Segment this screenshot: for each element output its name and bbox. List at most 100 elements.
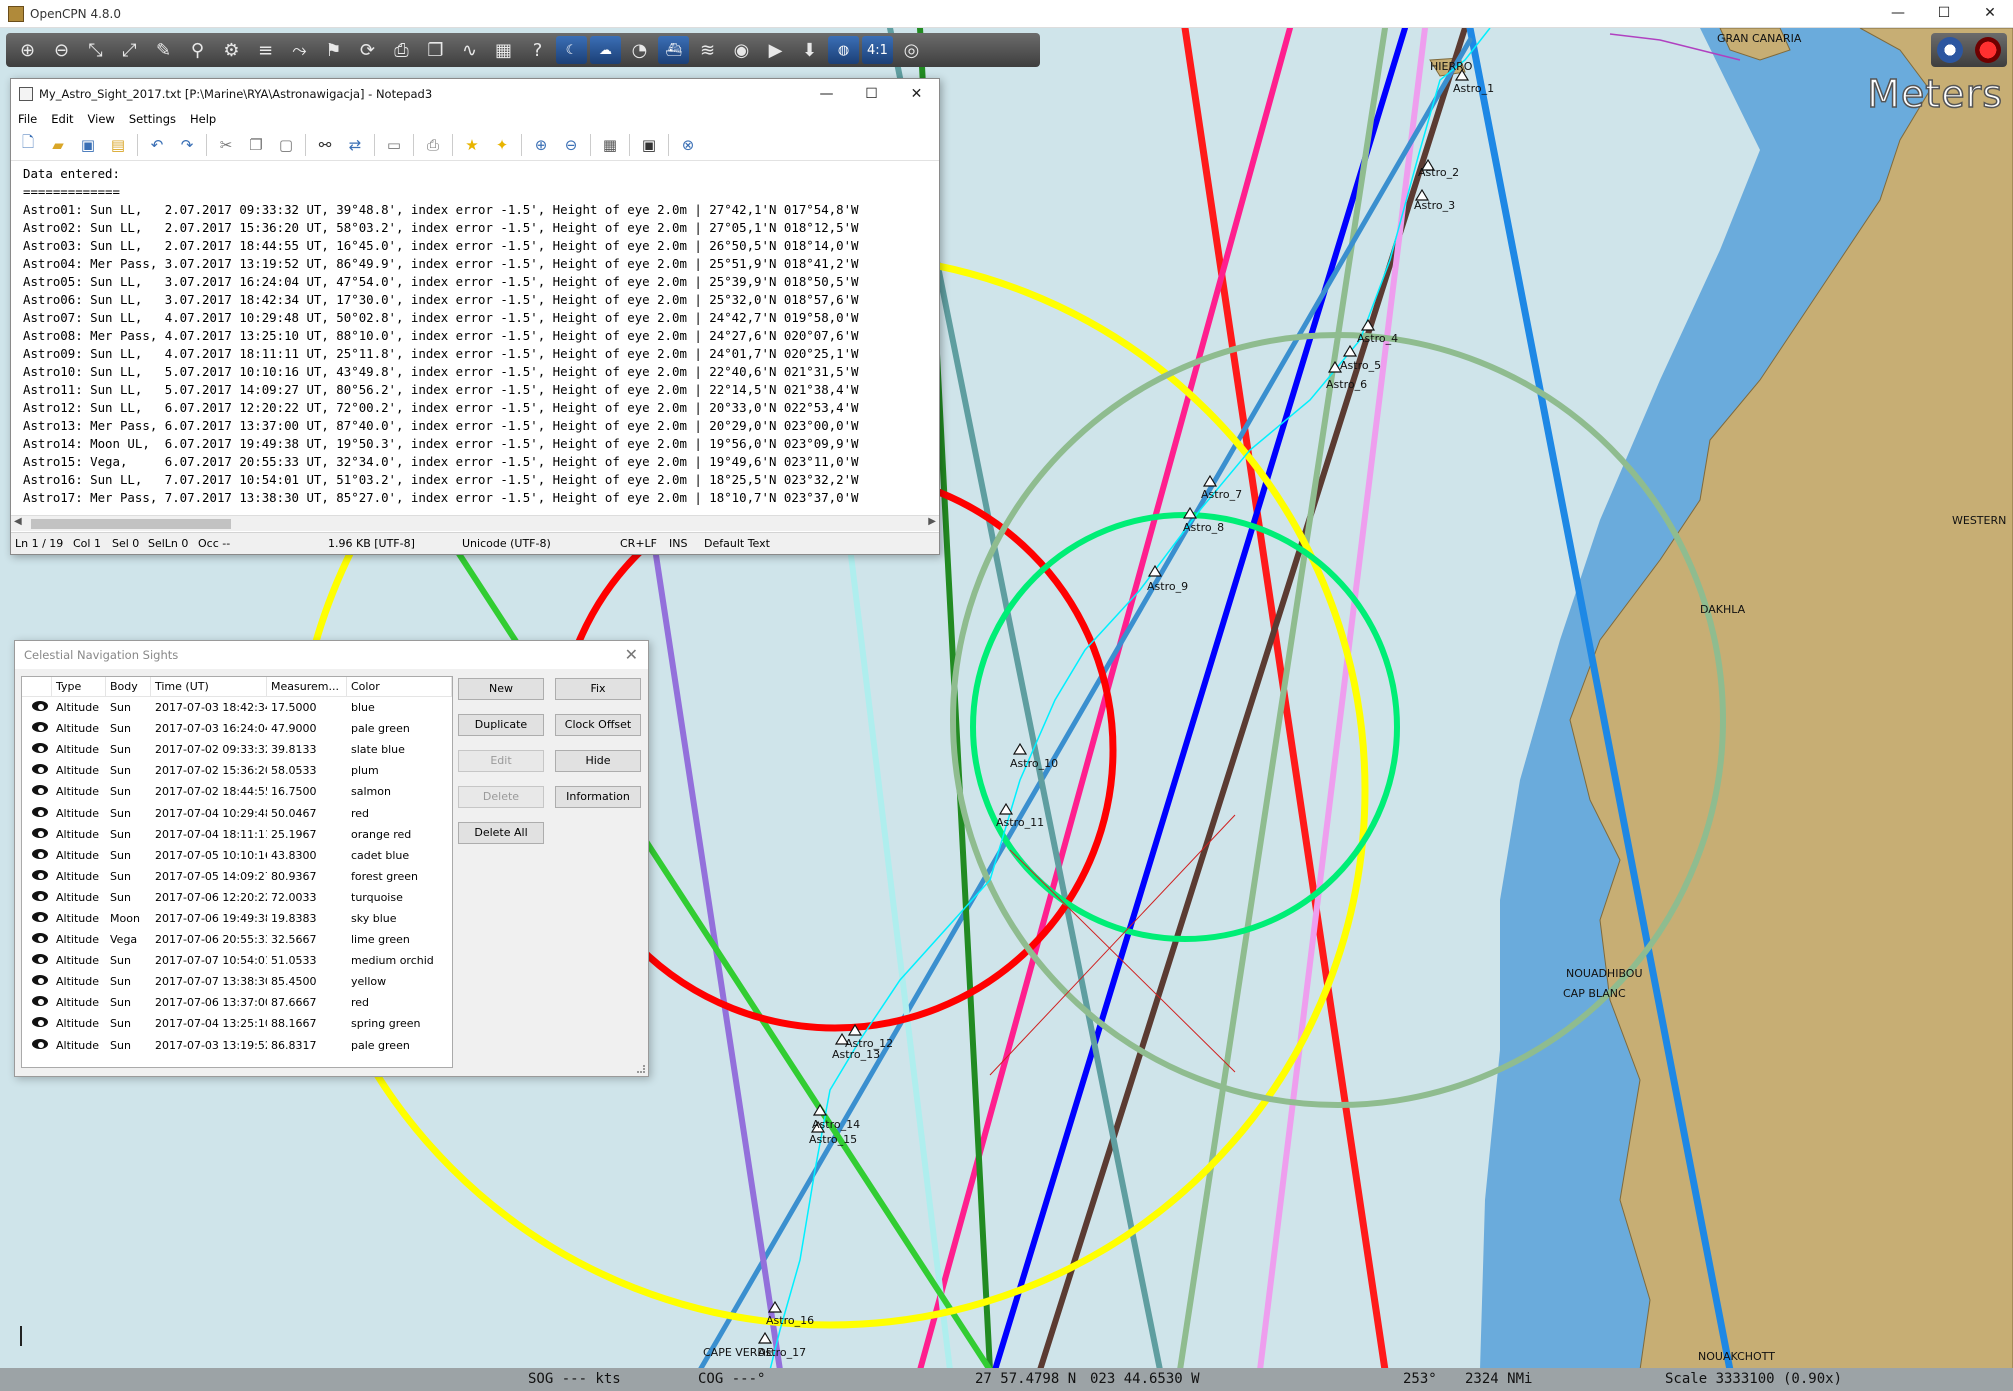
notepad-minimize-button[interactable]: — <box>804 79 849 109</box>
menu-edit[interactable]: Edit <box>51 112 73 126</box>
save-icon[interactable]: ▣ <box>77 134 99 156</box>
text-icon[interactable]: ≡ <box>250 36 281 64</box>
edit-button[interactable]: Edit <box>458 750 544 772</box>
menu-help[interactable]: Help <box>190 112 216 126</box>
astro-mark-label[interactable]: Astro_5 <box>1340 359 1381 372</box>
hide-button[interactable]: Hide <box>555 750 641 772</box>
astro-mark-label[interactable]: Astro_17 <box>758 1346 806 1359</box>
astro-mark-label[interactable]: Astro_13 <box>832 1048 880 1061</box>
visibility-cell[interactable] <box>22 996 52 1009</box>
save-as-icon[interactable]: ▤ <box>107 134 129 156</box>
compass-icon[interactable] <box>1937 37 1963 63</box>
chart-icon[interactable]: ▦ <box>488 36 519 64</box>
redo-icon[interactable]: ↷ <box>176 134 198 156</box>
close-button[interactable]: ✕ <box>1967 0 2013 27</box>
scrollbar-thumb[interactable] <box>31 519 231 529</box>
visibility-cell[interactable] <box>22 869 52 883</box>
track-icon[interactable]: ⤳ <box>284 36 315 64</box>
visibility-cell[interactable] <box>22 743 52 756</box>
astro-mark-label[interactable]: Astro_3 <box>1414 199 1455 212</box>
eye-icon[interactable] <box>32 743 48 754</box>
find-icon[interactable]: ⚯ <box>314 134 336 156</box>
text-line[interactable]: Astro11: Sun LL, 5.07.2017 14:09:27 UT, … <box>23 381 939 399</box>
zoom-out-icon[interactable]: ⊖ <box>46 36 77 64</box>
text-line[interactable]: Astro04: Mer Pass, 3.07.2017 13:19:52 UT… <box>23 255 939 273</box>
text-line[interactable]: ============= <box>23 183 939 201</box>
resize-grip[interactable] <box>637 1065 645 1073</box>
sight-row[interactable]: Altitude Sun 2017-07-07 10:54:01 51.0533 med… <box>22 950 452 971</box>
minimize-button[interactable]: — <box>1875 0 1921 27</box>
text-line[interactable]: Data entered: <box>23 165 939 183</box>
text-line[interactable]: Astro09: Sun LL, 4.07.2017 18:11:11 UT, … <box>23 345 939 363</box>
sight-row[interactable]: Altitude Sun 2017-07-05 10:10:16 43.8300 cad… <box>22 845 452 866</box>
visibility-cell[interactable] <box>22 722 52 735</box>
eye-icon[interactable] <box>32 890 48 901</box>
visibility-cell[interactable] <box>22 764 52 777</box>
astro-mark-label[interactable]: Astro_8 <box>1183 521 1224 534</box>
astro-mark-label[interactable]: Astro_1 <box>1453 82 1494 95</box>
sight-row[interactable]: Altitude Sun 2017-07-03 18:42:34 17.5000 blu… <box>22 697 452 718</box>
scale-in-icon[interactable]: ⤡ <box>80 36 111 64</box>
help-icon[interactable]: ? <box>522 36 553 64</box>
replace-icon[interactable]: ⇄ <box>344 134 366 156</box>
layers-icon[interactable]: ❐ <box>420 36 451 64</box>
celestial-close-icon[interactable]: ✕ <box>625 645 638 664</box>
astro-mark-label[interactable]: Astro_2 <box>1418 166 1459 179</box>
column-body[interactable]: Body <box>106 677 151 696</box>
record-icon[interactable]: ◉ <box>726 36 757 64</box>
eye-icon[interactable] <box>32 996 48 1007</box>
delete-all-button[interactable]: Delete All <box>458 822 544 844</box>
play-icon[interactable]: ▶ <box>760 36 791 64</box>
sight-row[interactable]: Altitude Sun 2017-07-05 14:09:27 80.9367 for… <box>22 866 452 887</box>
zoom-in-icon[interactable]: ⊕ <box>530 134 552 156</box>
print-icon[interactable]: ⎙ <box>386 36 417 64</box>
visibility-cell[interactable] <box>22 890 52 904</box>
sight-row[interactable]: Altitude Sun 2017-07-03 13:19:52 86.8317 pal… <box>22 1035 452 1056</box>
text-line[interactable]: Astro05: Sun LL, 3.07.2017 16:24:04 UT, … <box>23 273 939 291</box>
visibility-cell[interactable] <box>22 827 52 841</box>
scheme-icon[interactable]: ▦ <box>599 134 621 156</box>
status-line-endings[interactable]: CR+LF <box>620 537 657 550</box>
sight-row[interactable]: Altitude Sun 2017-07-04 18:11:11 25.1967 ora… <box>22 824 452 845</box>
night-mode-icon[interactable]: ☾ <box>556 36 587 64</box>
copy-icon[interactable]: ❐ <box>245 134 267 156</box>
add-favorite-icon[interactable]: ✦ <box>491 134 513 156</box>
counter-icon[interactable]: 4:1 <box>862 36 893 64</box>
paste-icon[interactable]: ▢ <box>275 134 297 156</box>
sight-row[interactable]: Altitude Sun 2017-07-06 12:20:22 72.0033 tur… <box>22 887 452 908</box>
console-icon[interactable]: ▣ <box>638 134 660 156</box>
eye-icon[interactable] <box>32 764 48 775</box>
astro-mark-label[interactable]: Astro_14 <box>812 1118 860 1131</box>
text-line[interactable]: Astro02: Sun LL, 2.07.2017 15:36:20 UT, … <box>23 219 939 237</box>
scale-out-icon[interactable]: ⤢ <box>114 36 145 64</box>
sight-row[interactable]: Altitude Vega 2017-07-06 20:55:33 32.5667 li… <box>22 929 452 950</box>
visibility-cell[interactable] <box>22 933 52 946</box>
current-icon[interactable]: ⟳ <box>352 36 383 64</box>
astro-mark-label[interactable]: Astro_10 <box>1010 757 1058 770</box>
menu-file[interactable]: File <box>18 112 37 126</box>
sight-row[interactable]: Altitude Sun 2017-07-04 10:29:48 50.0467 red <box>22 802 452 823</box>
astro-mark-label[interactable]: Astro_4 <box>1357 332 1398 345</box>
clock-offset-button[interactable]: Clock Offset <box>555 714 641 736</box>
column-visible[interactable] <box>22 677 52 696</box>
cut-icon[interactable]: ✂ <box>215 134 237 156</box>
notepad-maximize-button[interactable]: ☐ <box>849 79 894 109</box>
delete-button[interactable]: Delete <box>458 786 544 808</box>
notepad-text-area[interactable]: Data entered: ============= Astro01: Sun L… <box>11 163 939 515</box>
scroll-right-icon[interactable]: ▶ <box>928 516 936 527</box>
waypoint-icon[interactable]: ⚲ <box>182 36 213 64</box>
visibility-cell[interactable] <box>22 911 52 925</box>
sight-row[interactable]: Altitude Sun 2017-07-02 09:33:32 39.8133 sla… <box>22 739 452 760</box>
visibility-cell[interactable] <box>22 848 52 862</box>
notepad-horizontal-scrollbar[interactable]: ◀ ▶ <box>11 515 939 531</box>
visibility-cell[interactable] <box>22 975 52 988</box>
weather-icon[interactable]: ☁ <box>590 36 621 64</box>
ais-icon[interactable]: ⚑ <box>318 36 349 64</box>
eye-icon[interactable] <box>32 785 48 796</box>
sight-row[interactable]: Altitude Sun 2017-07-06 13:37:00 87.6667 red <box>22 992 452 1013</box>
eye-icon[interactable] <box>32 933 48 944</box>
astro-mark-label[interactable]: Astro_11 <box>996 816 1044 829</box>
zoom-in-icon[interactable]: ⊕ <box>12 36 43 64</box>
route-icon[interactable]: ✎ <box>148 36 179 64</box>
astro-mark-label[interactable]: Astro_6 <box>1326 378 1367 391</box>
